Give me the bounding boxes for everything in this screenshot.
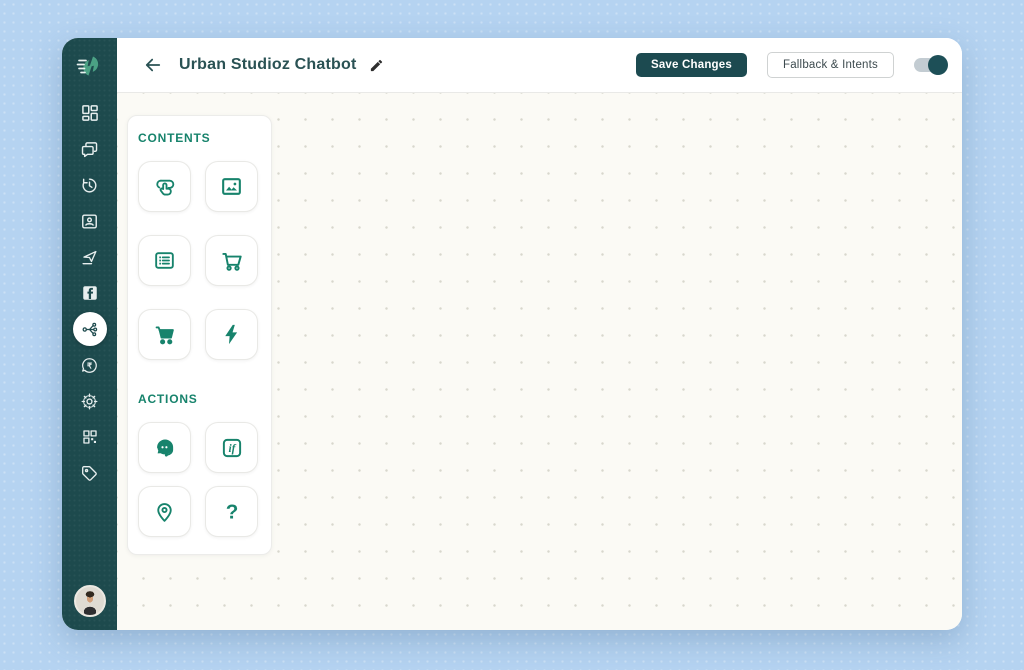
contents-grid <box>138 161 261 360</box>
if-glyph: if <box>228 443 236 455</box>
arrow-left-icon <box>145 58 161 72</box>
sidebar-item-flow-builder[interactable] <box>62 311 117 347</box>
contacts-icon <box>82 213 97 229</box>
question-mark-icon: ? <box>225 500 238 523</box>
sidebar-item-widgets[interactable] <box>62 419 117 455</box>
flash-icon <box>225 324 238 345</box>
header-actions: Save Changes Fallback & Intents <box>635 52 948 78</box>
send-icon <box>82 250 97 264</box>
cart-filled-icon <box>155 325 174 344</box>
palette-item-flash-block[interactable] <box>205 309 258 360</box>
sidebar-item-history[interactable] <box>62 167 117 203</box>
payments-icon: ₹ <box>82 357 97 373</box>
bot-status-toggle[interactable] <box>914 55 948 75</box>
blocks-palette: CONTENTS ACTIONS if ? <box>127 115 272 555</box>
sidebar-item-contacts[interactable] <box>62 203 117 239</box>
fallback-intents-button[interactable]: Fallback & Intents <box>766 52 894 78</box>
palette-item-agent-handover[interactable] <box>138 422 191 473</box>
sidebar-item-payments[interactable]: ₹ <box>62 347 117 383</box>
sidebar-item-dashboard[interactable] <box>62 95 117 131</box>
history-icon <box>82 177 97 193</box>
actions-grid: if ? <box>138 422 261 537</box>
palette-item-condition-if[interactable]: if <box>205 422 258 473</box>
save-changes-button[interactable]: Save Changes <box>635 53 747 77</box>
image-icon <box>222 178 241 195</box>
palette-item-list-block[interactable] <box>138 235 191 286</box>
back-button[interactable] <box>143 55 163 75</box>
widgets-icon <box>82 430 97 444</box>
contents-section-label: CONTENTS <box>138 131 211 145</box>
sidebar-item-settings[interactable] <box>62 383 117 419</box>
palette-item-cart-filled-block[interactable] <box>138 309 191 360</box>
sidebar-item-broadcast[interactable] <box>62 239 117 275</box>
facebook-icon <box>82 286 97 300</box>
tags-icon <box>82 465 97 481</box>
support-agent-icon <box>156 439 173 457</box>
sidebar-item-conversations[interactable] <box>62 131 117 167</box>
user-avatar <box>73 585 106 617</box>
app-logo[interactable] <box>62 38 117 93</box>
flow-canvas[interactable]: CONTENTS ACTIONS if ? <box>117 93 962 630</box>
sidebar: ₹ <box>62 38 117 630</box>
location-pin-icon <box>157 503 172 522</box>
edit-title-button[interactable] <box>369 58 384 73</box>
page-title: Urban Studioz Chatbot <box>179 56 357 73</box>
sidebar-nav: ₹ <box>62 93 117 491</box>
palette-item-cart-block[interactable] <box>205 235 258 286</box>
palette-item-location[interactable] <box>138 486 191 537</box>
rupee-glyph: ₹ <box>87 361 92 370</box>
sidebar-item-tags[interactable] <box>62 455 117 491</box>
user-profile[interactable] <box>73 585 106 617</box>
palette-item-question[interactable]: ? <box>205 486 258 537</box>
palette-item-image-block[interactable] <box>205 161 258 212</box>
list-icon <box>155 252 174 269</box>
cart-outline-icon <box>221 252 242 271</box>
button-tap-icon <box>155 179 174 196</box>
flow-builder-icon <box>82 322 98 336</box>
top-header: Urban Studioz Chatbot Save Changes Fallb… <box>117 38 962 93</box>
active-item-halo <box>72 312 107 346</box>
if-condition-icon: if <box>222 438 241 457</box>
pencil-icon <box>370 59 382 71</box>
app-window: ₹ Urban Studioz Chatbot Save Changes Fal… <box>62 38 962 630</box>
settings-icon <box>81 393 98 409</box>
sidebar-item-facebook[interactable] <box>62 275 117 311</box>
conversations-icon <box>81 141 98 157</box>
spark-swirl-logo-icon <box>76 56 98 75</box>
palette-item-button-block[interactable] <box>138 161 191 212</box>
question-glyph: ? <box>225 500 238 523</box>
actions-section-label: ACTIONS <box>138 392 198 406</box>
dashboard-icon <box>81 105 98 121</box>
